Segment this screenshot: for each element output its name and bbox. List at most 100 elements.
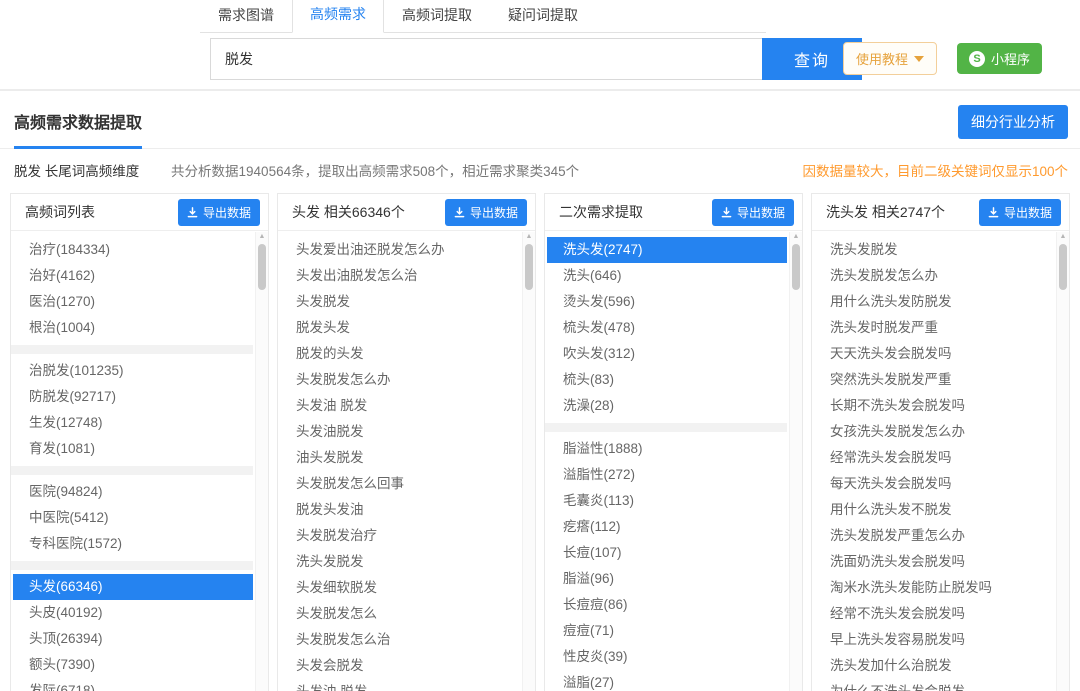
search-input[interactable] bbox=[210, 38, 762, 80]
keyword-item[interactable]: 经常洗头发会脱发吗 bbox=[814, 445, 1054, 471]
scrollbar[interactable]: ▲ bbox=[1056, 232, 1069, 691]
keyword-item[interactable]: 医院(94824) bbox=[13, 479, 253, 505]
export-data-button[interactable]: 导出数据 bbox=[445, 199, 527, 226]
export-label: 导出数据 bbox=[203, 204, 251, 221]
keyword-item[interactable]: 淘米水洗头发能防止脱发吗 bbox=[814, 575, 1054, 601]
industry-analysis-button[interactable]: 细分行业分析 bbox=[958, 105, 1068, 139]
export-data-button[interactable]: 导出数据 bbox=[979, 199, 1061, 226]
keyword-item[interactable]: 疙瘩(112) bbox=[547, 514, 787, 540]
keyword-item[interactable]: 头发(66346) bbox=[13, 574, 253, 600]
keyword-item[interactable]: 为什么不洗头发会脱发 bbox=[814, 679, 1054, 691]
keyword-item[interactable]: 早上洗头发容易脱发吗 bbox=[814, 627, 1054, 653]
group-divider bbox=[11, 466, 253, 475]
keyword-item[interactable]: 头发脱发怎么回事 bbox=[280, 471, 520, 497]
scrollbar[interactable]: ▲ bbox=[789, 232, 802, 691]
keyword-item[interactable]: 长痘痘(86) bbox=[547, 592, 787, 618]
keyword-item[interactable]: 头发油脱发 bbox=[280, 419, 520, 445]
keyword-item[interactable]: 头发脱发怎么治 bbox=[280, 627, 520, 653]
keyword-item[interactable]: 长痘(107) bbox=[547, 540, 787, 566]
keyword-item[interactable]: 洗头发(2747) bbox=[547, 237, 787, 263]
tab-high-freq-words[interactable]: 高频词提取 bbox=[384, 0, 490, 33]
keyword-item[interactable]: 女孩洗头发脱发怎么办 bbox=[814, 419, 1054, 445]
tab-question-words[interactable]: 疑问词提取 bbox=[490, 0, 596, 33]
keyword-item[interactable]: 额头(7390) bbox=[13, 652, 253, 678]
scrollbar-thumb[interactable] bbox=[525, 244, 533, 290]
keyword-item[interactable]: 治脱发(101235) bbox=[13, 358, 253, 384]
keyword-item[interactable]: 洗头发加什么治脱发 bbox=[814, 653, 1054, 679]
keyword-item[interactable]: 经常不洗头发会脱发吗 bbox=[814, 601, 1054, 627]
keyword-item[interactable]: 中医院(5412) bbox=[13, 505, 253, 531]
scrollbar-thumb[interactable] bbox=[258, 244, 266, 290]
keyword-item[interactable]: 治疗(184334) bbox=[13, 237, 253, 263]
keyword-item[interactable]: 突然洗头发脱发严重 bbox=[814, 367, 1054, 393]
keyword-item[interactable]: 用什么洗头发防脱发 bbox=[814, 289, 1054, 315]
keyword-item[interactable]: 每天洗头发会脱发吗 bbox=[814, 471, 1054, 497]
tutorial-label: 使用教程 bbox=[856, 49, 908, 68]
keyword-item[interactable]: 长期不洗头发会脱发吗 bbox=[814, 393, 1054, 419]
keyword-item[interactable]: 毛囊炎(113) bbox=[547, 488, 787, 514]
keyword-item[interactable]: 溢脂性(272) bbox=[547, 462, 787, 488]
keyword-item[interactable]: 根治(1004) bbox=[13, 315, 253, 341]
keyword-item[interactable]: 油头发脱发 bbox=[280, 445, 520, 471]
export-label: 导出数据 bbox=[1004, 204, 1052, 221]
scrollbar[interactable]: ▲ bbox=[255, 232, 268, 691]
scrollbar-thumb[interactable] bbox=[792, 244, 800, 290]
keyword-item[interactable]: 头发油 脱发 bbox=[280, 679, 520, 691]
tab-high-freq-demand[interactable]: 高频需求 bbox=[292, 0, 384, 33]
keyword-item[interactable]: 洗澡(28) bbox=[547, 393, 787, 419]
keyword-item[interactable]: 发际(6718) bbox=[13, 678, 253, 691]
keyword-item[interactable]: 育发(1081) bbox=[13, 436, 253, 462]
keyword-item[interactable]: 洗头(646) bbox=[547, 263, 787, 289]
keyword-item[interactable]: 头皮(40192) bbox=[13, 600, 253, 626]
keyword-item[interactable]: 天天洗头发会脱发吗 bbox=[814, 341, 1054, 367]
keyword-item[interactable]: 用什么洗头发不脱发 bbox=[814, 497, 1054, 523]
keyword-item[interactable]: 洗头发脱发严重怎么办 bbox=[814, 523, 1054, 549]
keyword-item[interactable]: 洗面奶洗头发会脱发吗 bbox=[814, 549, 1054, 575]
keyword-item[interactable]: 梳头发(478) bbox=[547, 315, 787, 341]
keyword-item[interactable]: 头发脱发治疗 bbox=[280, 523, 520, 549]
section-header: 高频需求数据提取 细分行业分析 bbox=[0, 91, 1080, 149]
keyword-item[interactable]: 梳头(83) bbox=[547, 367, 787, 393]
keyword-item[interactable]: 洗头发脱发 bbox=[814, 237, 1054, 263]
keyword-item[interactable]: 治好(4162) bbox=[13, 263, 253, 289]
keyword-item[interactable]: 脱发头发油 bbox=[280, 497, 520, 523]
scroll-up-icon[interactable]: ▲ bbox=[1057, 232, 1069, 242]
topbar-actions: 使用教程 S 小程序 bbox=[843, 42, 1042, 75]
keyword-item[interactable]: 脂溢(96) bbox=[547, 566, 787, 592]
keyword-item[interactable]: 烫头发(596) bbox=[547, 289, 787, 315]
scroll-up-icon[interactable]: ▲ bbox=[256, 232, 268, 242]
keyword-item[interactable]: 溢脂(27) bbox=[547, 670, 787, 691]
keyword-item[interactable]: 洗头发脱发 bbox=[280, 549, 520, 575]
keyword-item[interactable]: 洗头发脱发怎么办 bbox=[814, 263, 1054, 289]
tab-demand-map[interactable]: 需求图谱 bbox=[200, 0, 292, 33]
keyword-item[interactable]: 痘痘(71) bbox=[547, 618, 787, 644]
panel-secondary-demand: 二次需求提取 导出数据 洗头发(2747)洗头(646)烫头发(596)梳头发(… bbox=[544, 193, 803, 691]
keyword-item[interactable]: 头发脱发怎么办 bbox=[280, 367, 520, 393]
keyword-item[interactable]: 头发脱发 bbox=[280, 289, 520, 315]
scroll-up-icon[interactable]: ▲ bbox=[523, 232, 535, 242]
keyword-item[interactable]: 头发油 脱发 bbox=[280, 393, 520, 419]
export-data-button[interactable]: 导出数据 bbox=[712, 199, 794, 226]
keyword-item[interactable]: 脱发头发 bbox=[280, 315, 520, 341]
export-data-button[interactable]: 导出数据 bbox=[178, 199, 260, 226]
keyword-item[interactable]: 头发会脱发 bbox=[280, 653, 520, 679]
scrollbar[interactable]: ▲ bbox=[522, 232, 535, 691]
keyword-item[interactable]: 头顶(26394) bbox=[13, 626, 253, 652]
keyword-item[interactable]: 头发细软脱发 bbox=[280, 575, 520, 601]
keyword-item[interactable]: 头发爱出油还脱发怎么办 bbox=[280, 237, 520, 263]
scroll-up-icon[interactable]: ▲ bbox=[790, 232, 802, 242]
keyword-item[interactable]: 专科医院(1572) bbox=[13, 531, 253, 557]
keyword-item[interactable]: 防脱发(92717) bbox=[13, 384, 253, 410]
tutorial-button[interactable]: 使用教程 bbox=[843, 42, 937, 75]
miniprogram-button[interactable]: S 小程序 bbox=[957, 43, 1042, 74]
keyword-item[interactable]: 头发出油脱发怎么治 bbox=[280, 263, 520, 289]
scrollbar-thumb[interactable] bbox=[1059, 244, 1067, 290]
keyword-item[interactable]: 生发(12748) bbox=[13, 410, 253, 436]
keyword-item[interactable]: 脂溢性(1888) bbox=[547, 436, 787, 462]
keyword-item[interactable]: 脱发的头发 bbox=[280, 341, 520, 367]
keyword-item[interactable]: 头发脱发怎么 bbox=[280, 601, 520, 627]
keyword-item[interactable]: 医治(1270) bbox=[13, 289, 253, 315]
keyword-item[interactable]: 吹头发(312) bbox=[547, 341, 787, 367]
keyword-item[interactable]: 性皮炎(39) bbox=[547, 644, 787, 670]
keyword-item[interactable]: 洗头发时脱发严重 bbox=[814, 315, 1054, 341]
